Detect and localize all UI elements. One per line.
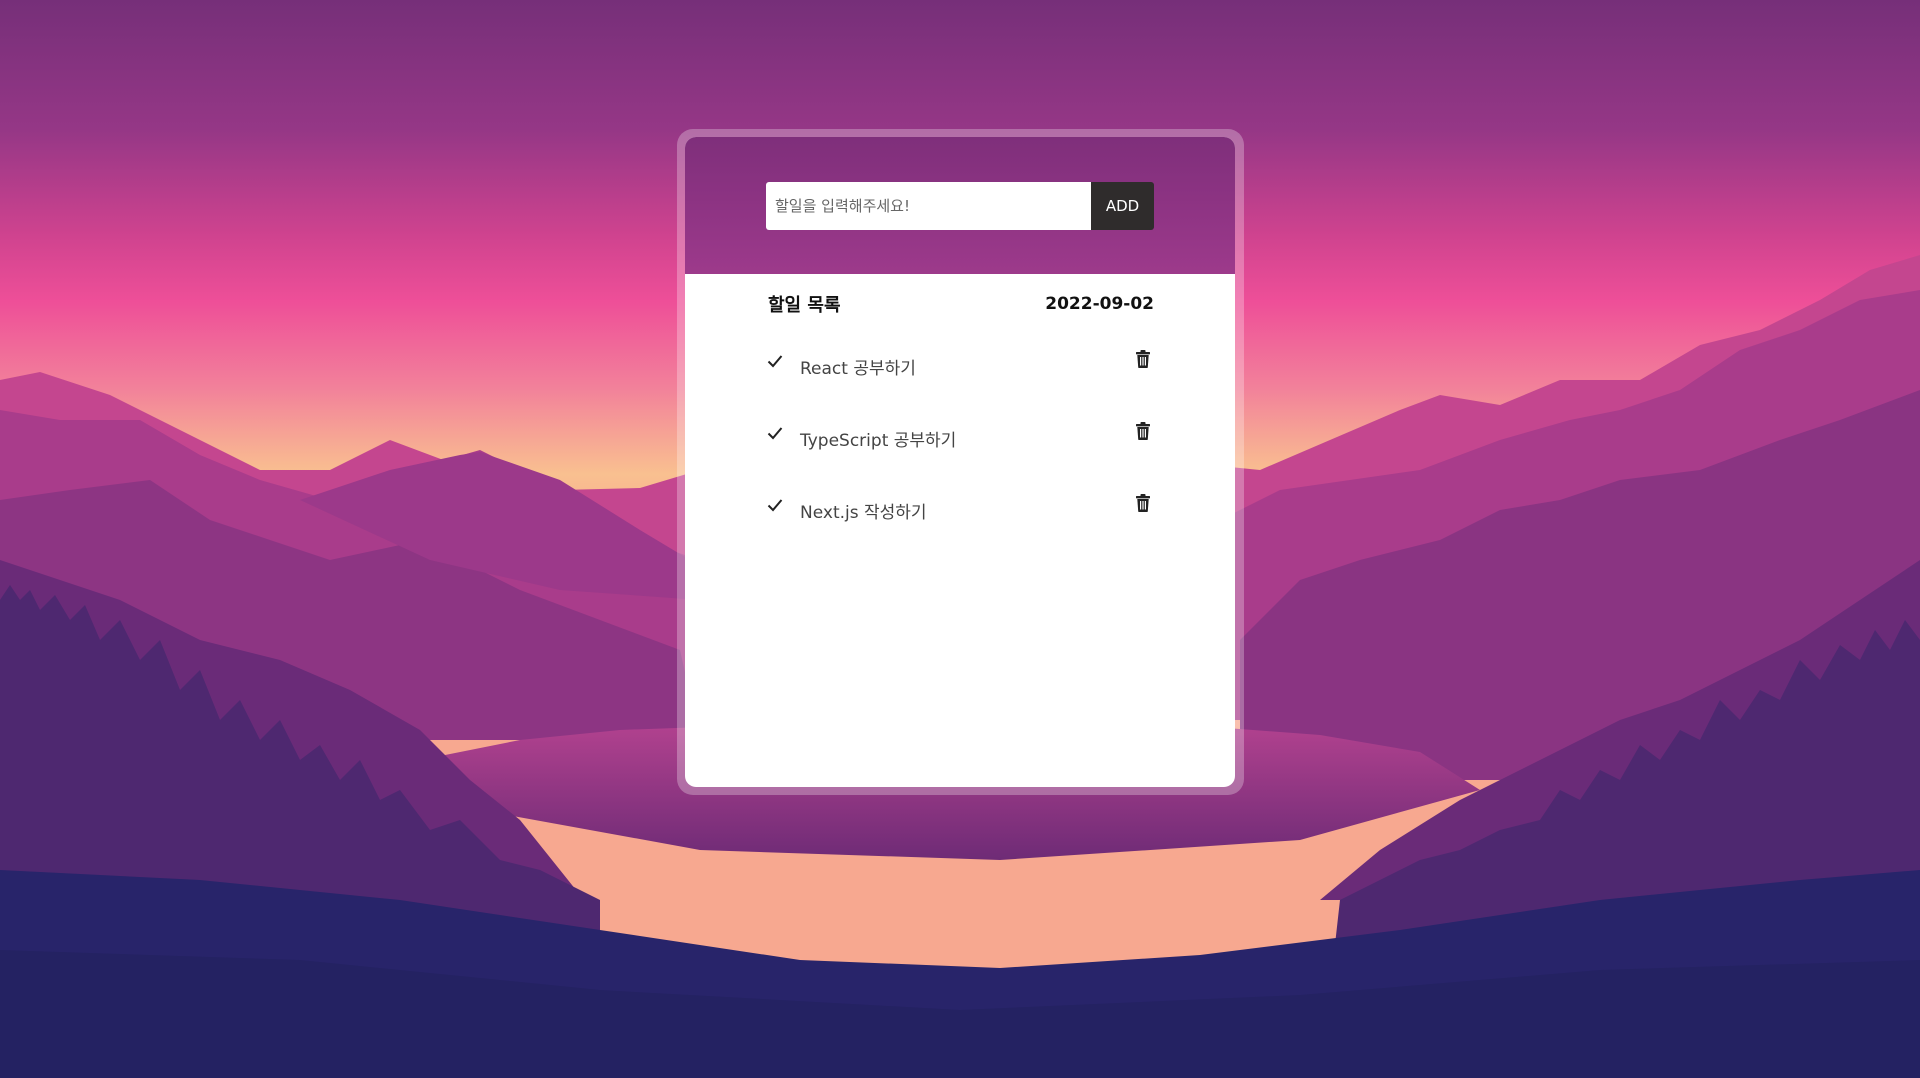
todo-item: React 공부하기 [766,347,1156,419]
todo-item: TypeScript 공부하기 [766,419,1156,491]
check-icon[interactable] [767,497,783,513]
trash-icon[interactable] [1136,350,1150,368]
todo-text: React 공부하기 [800,359,916,379]
add-button[interactable]: ADD [1091,182,1154,230]
check-icon[interactable] [767,353,783,369]
check-icon[interactable] [767,425,783,441]
trash-icon[interactable] [1136,422,1150,440]
list-header: 할일 목록 2022-09-02 [768,290,1154,318]
todo-item: Next.js 작성하기 [766,491,1156,563]
list-date: 2022-09-02 [1045,294,1154,314]
card-header: ADD [685,137,1235,274]
todo-input[interactable] [766,182,1091,230]
list-title: 할일 목록 [768,295,841,316]
todo-text: TypeScript 공부하기 [800,431,957,451]
todo-text: Next.js 작성하기 [800,503,927,523]
add-todo-form: ADD [766,182,1154,230]
trash-icon[interactable] [1136,494,1150,512]
todo-list: React 공부하기 TypeScript 공부하기 Next.js 작성하기 [766,347,1156,563]
todo-card: ADD 할일 목록 2022-09-02 React 공부하기 TypeScri… [685,137,1235,787]
